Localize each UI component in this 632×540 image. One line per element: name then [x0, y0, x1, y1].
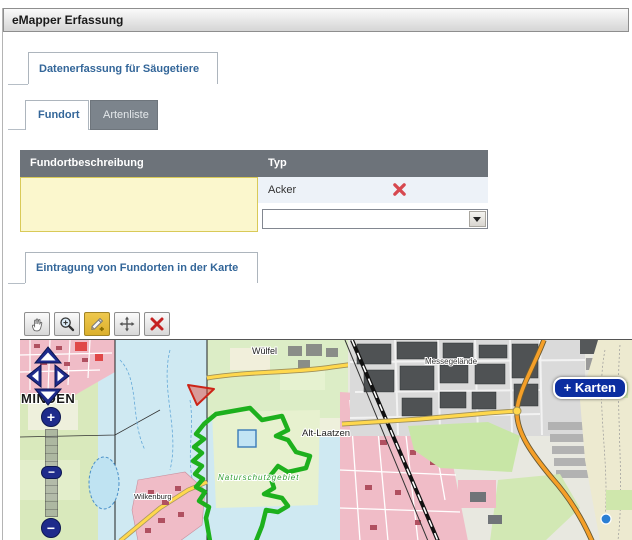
- map-label-messe: Messegelände: [425, 357, 478, 366]
- tab-shelf-line: [8, 84, 28, 85]
- red-x-icon: [392, 185, 407, 200]
- draw-point-button[interactable]: [84, 312, 110, 336]
- map-label-alt-laatzen: Alt-Laatzen: [302, 428, 350, 439]
- pan-up-button[interactable]: [35, 347, 61, 363]
- pan-left-button[interactable]: [27, 365, 41, 387]
- tab-artenliste[interactable]: Artenliste: [90, 100, 158, 130]
- map-tab-shelf-line: [8, 283, 25, 284]
- pan-control: [24, 345, 72, 407]
- delete-row-button[interactable]: [391, 182, 407, 198]
- fundortbeschreibung-input[interactable]: [20, 177, 258, 232]
- pan-down-button[interactable]: [35, 389, 61, 405]
- zoom-slider-track[interactable]: −: [45, 429, 58, 517]
- delete-feature-button[interactable]: [144, 312, 170, 336]
- col-typ: Typ: [268, 150, 287, 177]
- pencil-plus-icon: [85, 316, 109, 332]
- col-fundortbeschreibung: Fundortbeschreibung: [30, 150, 144, 177]
- chevron-down-icon[interactable]: [469, 211, 486, 227]
- zoom-slider-handle[interactable]: −: [41, 466, 62, 479]
- table-row: Acker: [258, 177, 488, 203]
- hand-icon: [25, 316, 49, 332]
- typ-value: Acker: [268, 177, 296, 203]
- page-left-border: [2, 8, 3, 540]
- tab-datenerfassung[interactable]: Datenerfassung für Säugetiere: [28, 52, 218, 84]
- map-label-wulfel: Wülfel: [252, 346, 277, 356]
- emapper-window: eMapper Erfassung Datenerfassung für Säu…: [0, 0, 632, 540]
- map-image: MINDEN Wülfel Alt-Laatzen Wilkenburg Mes…: [20, 340, 632, 540]
- move-feature-button[interactable]: [114, 312, 140, 336]
- fundort-table-header: Fundortbeschreibung Typ: [20, 150, 488, 177]
- map-label-reserve: Naturschutzgebiet: [218, 473, 299, 482]
- tab-fundort[interactable]: Fundort: [25, 100, 89, 130]
- zoom-in-button[interactable]: +: [41, 407, 61, 427]
- tab-eintragung-karte[interactable]: Eintragung von Fundorten in der Karte: [25, 252, 258, 283]
- map-canvas[interactable]: MINDEN Wülfel Alt-Laatzen Wilkenburg Mes…: [20, 339, 632, 540]
- move-arrows-icon: [115, 316, 139, 332]
- zoom-in-tool-button[interactable]: [54, 312, 80, 336]
- zoom-out-button[interactable]: −: [41, 518, 61, 538]
- map-label-wilkenburg: Wilkenburg: [134, 492, 172, 501]
- pond-square: [238, 430, 256, 447]
- layer-switcher-button[interactable]: + Karten: [553, 377, 627, 399]
- pan-hand-button[interactable]: [24, 312, 50, 336]
- window-title: eMapper Erfassung: [3, 8, 629, 32]
- typ-dropdown[interactable]: [262, 209, 488, 229]
- magnifier-plus-icon: [55, 316, 79, 332]
- red-x-icon: [145, 316, 169, 332]
- pan-right-button[interactable]: [55, 365, 69, 387]
